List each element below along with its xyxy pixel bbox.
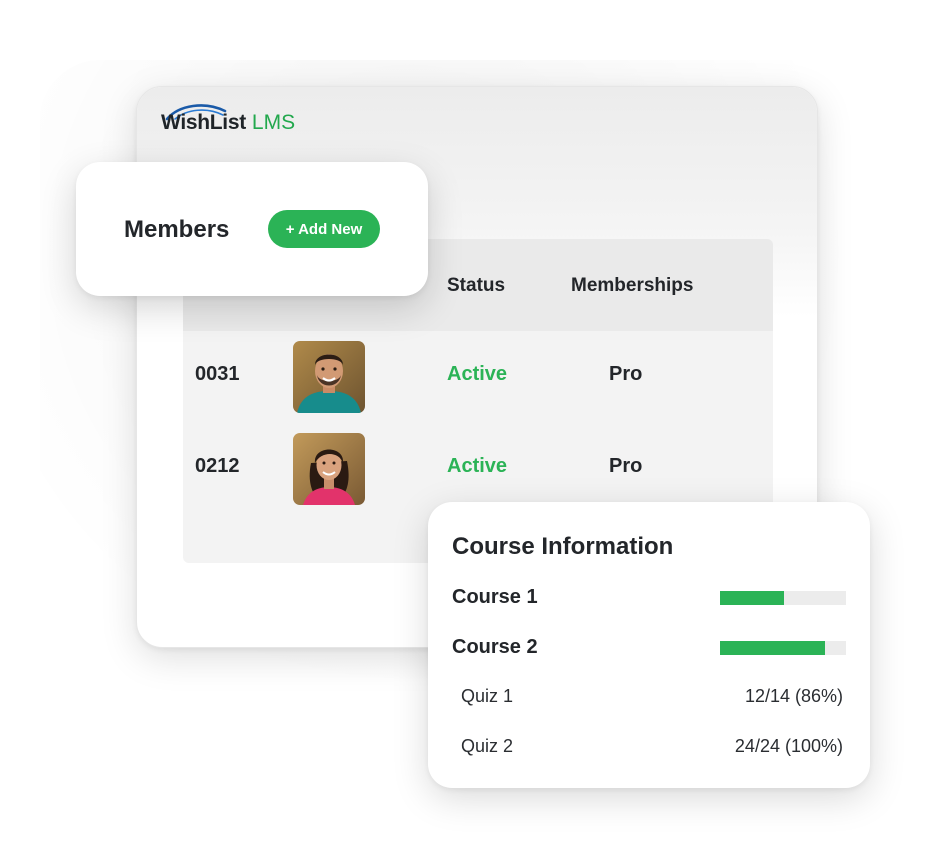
wishlist-lms-logo: WishList LMS	[161, 104, 296, 135]
table-row[interactable]: 0031 Active Pro	[183, 337, 773, 417]
column-header-status[interactable]: Status	[447, 275, 505, 297]
course-progress-fill	[720, 641, 825, 655]
course-name: Course 2	[452, 636, 538, 658]
course-information-card: Course Information Course 1 Course 2 Qui…	[428, 502, 870, 788]
member-avatar	[293, 341, 365, 413]
member-membership: Pro	[609, 455, 643, 477]
course-progress-fill	[720, 591, 785, 605]
members-card: Members + Add New	[76, 162, 428, 296]
table-row[interactable]: 0212 Active Pro	[183, 429, 773, 509]
column-header-memberships[interactable]: Memberships	[571, 275, 693, 297]
quiz-row[interactable]: Quiz 2 24/24 (100%)	[461, 736, 843, 758]
course-row[interactable]: Course 2	[452, 636, 846, 660]
quiz-score: 12/14 (86%)	[744, 686, 843, 706]
avatar-man-icon	[293, 341, 365, 413]
quiz-name: Quiz 2	[461, 736, 514, 756]
member-status: Active	[447, 363, 508, 385]
quiz-name: Quiz 1	[461, 686, 514, 706]
course-name: Course 1	[452, 586, 538, 608]
course-progress-bar	[720, 641, 846, 655]
member-id: 0031	[195, 363, 240, 385]
course-information-title: Course Information	[452, 533, 674, 560]
course-progress-bar	[720, 591, 846, 605]
member-avatar	[293, 433, 365, 505]
member-status: Active	[447, 455, 508, 477]
quiz-score: 24/24 (100%)	[734, 736, 843, 756]
logo-lms-text: LMS	[251, 111, 296, 134]
quiz-row[interactable]: Quiz 1 12/14 (86%)	[461, 686, 843, 708]
members-title: Members	[124, 216, 230, 243]
course-row[interactable]: Course 1	[452, 586, 846, 610]
avatar-woman-icon	[293, 433, 365, 505]
member-id: 0212	[195, 455, 240, 477]
logo-wishlist-text: WishList	[161, 111, 246, 134]
member-membership: Pro	[609, 363, 643, 385]
add-new-button[interactable]: + Add New	[268, 210, 380, 248]
